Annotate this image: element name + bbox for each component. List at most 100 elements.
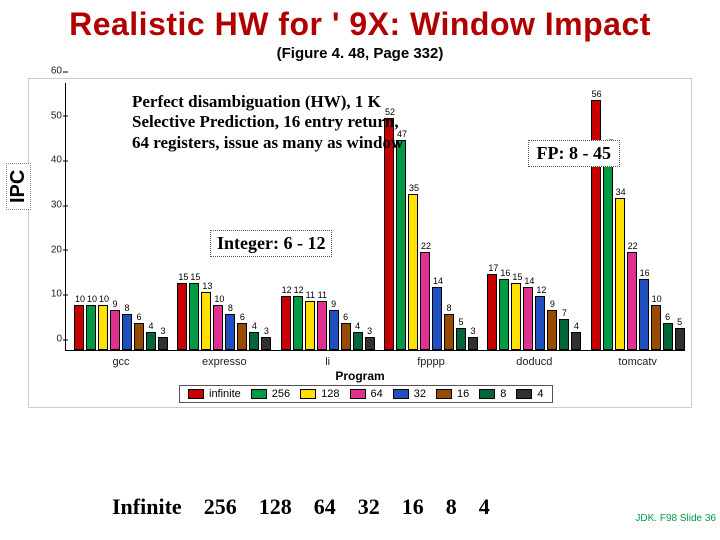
bar: 6 xyxy=(341,323,351,350)
category-label: fpppp xyxy=(384,356,478,368)
bar: 56 xyxy=(591,100,601,350)
bar: 15 xyxy=(189,283,199,350)
legend-swatch xyxy=(350,389,366,399)
legend-swatch xyxy=(479,389,495,399)
bar-value: 13 xyxy=(202,281,210,291)
page-title: Realistic HW for ' 9X: Window Impact xyxy=(0,0,720,43)
legend-swatch xyxy=(300,389,316,399)
legend-item: 4 xyxy=(516,388,543,400)
bar-value: 35 xyxy=(409,183,417,193)
legend-item: 64 xyxy=(350,388,383,400)
bar: 15 xyxy=(511,283,521,350)
bar-value: 9 xyxy=(111,299,119,309)
window-size-label: 4 xyxy=(479,494,490,520)
category-label: doducd xyxy=(487,356,581,368)
bar: 7 xyxy=(559,319,569,350)
bar-value: 12 xyxy=(282,285,290,295)
bar-value: 56 xyxy=(592,89,600,99)
bar-value: 9 xyxy=(548,299,556,309)
bottom-labels: Infinite25612864321684 xyxy=(112,494,490,520)
bar-value: 8 xyxy=(123,303,131,313)
bar: 8 xyxy=(225,314,235,350)
bar-value: 8 xyxy=(445,303,453,313)
window-size-label: 128 xyxy=(259,494,292,520)
bar: 11 xyxy=(317,301,327,350)
window-size-label: Infinite xyxy=(112,494,182,520)
bar: 5 xyxy=(456,328,466,350)
category-label: li xyxy=(281,356,375,368)
window-size-label: 32 xyxy=(358,494,380,520)
bar-value: 3 xyxy=(366,326,374,336)
bar-value: 3 xyxy=(262,326,270,336)
bar-value: 15 xyxy=(512,272,520,282)
legend-item: 16 xyxy=(436,388,469,400)
fp-note: FP: 8 - 45 xyxy=(528,140,620,167)
category-label: tomcatv xyxy=(591,356,685,368)
category-label: gcc xyxy=(74,356,168,368)
y-tick: 20 xyxy=(40,244,62,255)
bar: 10 xyxy=(651,305,661,350)
bar-value: 14 xyxy=(433,276,441,286)
bar: 4 xyxy=(571,332,581,350)
window-size-label: 256 xyxy=(204,494,237,520)
y-tick: 0 xyxy=(40,334,62,345)
bar-value: 34 xyxy=(616,187,624,197)
legend-item: 128 xyxy=(300,388,339,400)
bar-value: 3 xyxy=(159,326,167,336)
legend-item: 32 xyxy=(393,388,426,400)
y-tick: 60 xyxy=(40,66,62,77)
bar-value: 5 xyxy=(676,317,684,327)
y-tick: 50 xyxy=(40,110,62,121)
x-axis-label: Program xyxy=(335,369,384,383)
bar: 16 xyxy=(499,279,509,350)
bar: 6 xyxy=(237,323,247,350)
bar: 47 xyxy=(396,140,406,350)
bar: 12 xyxy=(293,296,303,350)
bar: 35 xyxy=(408,194,418,350)
bar-value: 4 xyxy=(354,321,362,331)
perfect-note: Perfect disambiguation (HW), 1 K Selecti… xyxy=(132,92,412,153)
legend-swatch xyxy=(436,389,452,399)
legend-label: infinite xyxy=(209,388,241,400)
footer-credit: JDK. F98 Slide 36 xyxy=(635,513,716,524)
bar-value: 7 xyxy=(560,308,568,318)
bar: 9 xyxy=(110,310,120,350)
legend-label: 4 xyxy=(537,388,543,400)
window-size-label: 8 xyxy=(446,494,457,520)
legend-swatch xyxy=(251,389,267,399)
subtitle: (Figure 4. 48, Page 332) xyxy=(0,45,720,62)
bar: 12 xyxy=(281,296,291,350)
bar-value: 5 xyxy=(457,317,465,327)
bar: 10 xyxy=(86,305,96,350)
bar-value: 10 xyxy=(99,294,107,304)
legend-label: 256 xyxy=(272,388,290,400)
legend-label: 16 xyxy=(457,388,469,400)
bar: 4 xyxy=(249,332,259,350)
bar-value: 10 xyxy=(214,294,222,304)
category-label: expresso xyxy=(177,356,271,368)
bar: 10 xyxy=(74,305,84,350)
bar: 22 xyxy=(627,252,637,350)
legend-label: 64 xyxy=(371,388,383,400)
window-size-label: 64 xyxy=(314,494,336,520)
bar-value: 4 xyxy=(250,321,258,331)
bar-value: 3 xyxy=(469,326,477,336)
bar: 34 xyxy=(615,198,625,350)
legend: infinite25612864321684 xyxy=(179,385,553,403)
bar: 11 xyxy=(305,301,315,350)
bar-value: 11 xyxy=(318,290,326,300)
y-tick: 10 xyxy=(40,289,62,300)
bar: 3 xyxy=(365,337,375,350)
bar: 10 xyxy=(213,305,223,350)
bar-value: 22 xyxy=(421,241,429,251)
bar-value: 11 xyxy=(306,290,314,300)
legend-swatch xyxy=(188,389,204,399)
bar: 8 xyxy=(122,314,132,350)
bar: 14 xyxy=(523,287,533,350)
bar-value: 15 xyxy=(178,272,186,282)
bar-value: 4 xyxy=(147,321,155,331)
bar: 3 xyxy=(468,337,478,350)
bar: 4 xyxy=(353,332,363,350)
bar-value: 6 xyxy=(135,312,143,322)
bar-value: 16 xyxy=(640,268,648,278)
